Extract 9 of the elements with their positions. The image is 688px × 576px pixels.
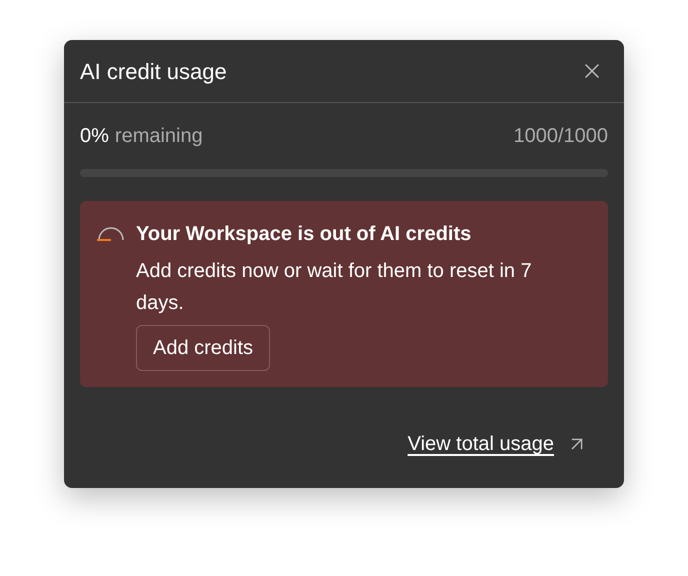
remaining-label: remaining <box>114 124 203 149</box>
alert-title: Your Workspace is out of AI credits <box>136 222 472 247</box>
add-credits-button[interactable]: Add credits <box>136 325 270 371</box>
gauge-icon <box>96 225 126 241</box>
dialog-title: AI credit usage <box>80 58 227 86</box>
alert-message: Add credits now or wait for them to reset in 7 days. <box>136 259 533 316</box>
view-usage-link[interactable]: View total usage <box>408 429 554 459</box>
percent-remaining: 0% <box>80 124 109 149</box>
credit-count: 1000/1000 <box>513 124 608 149</box>
